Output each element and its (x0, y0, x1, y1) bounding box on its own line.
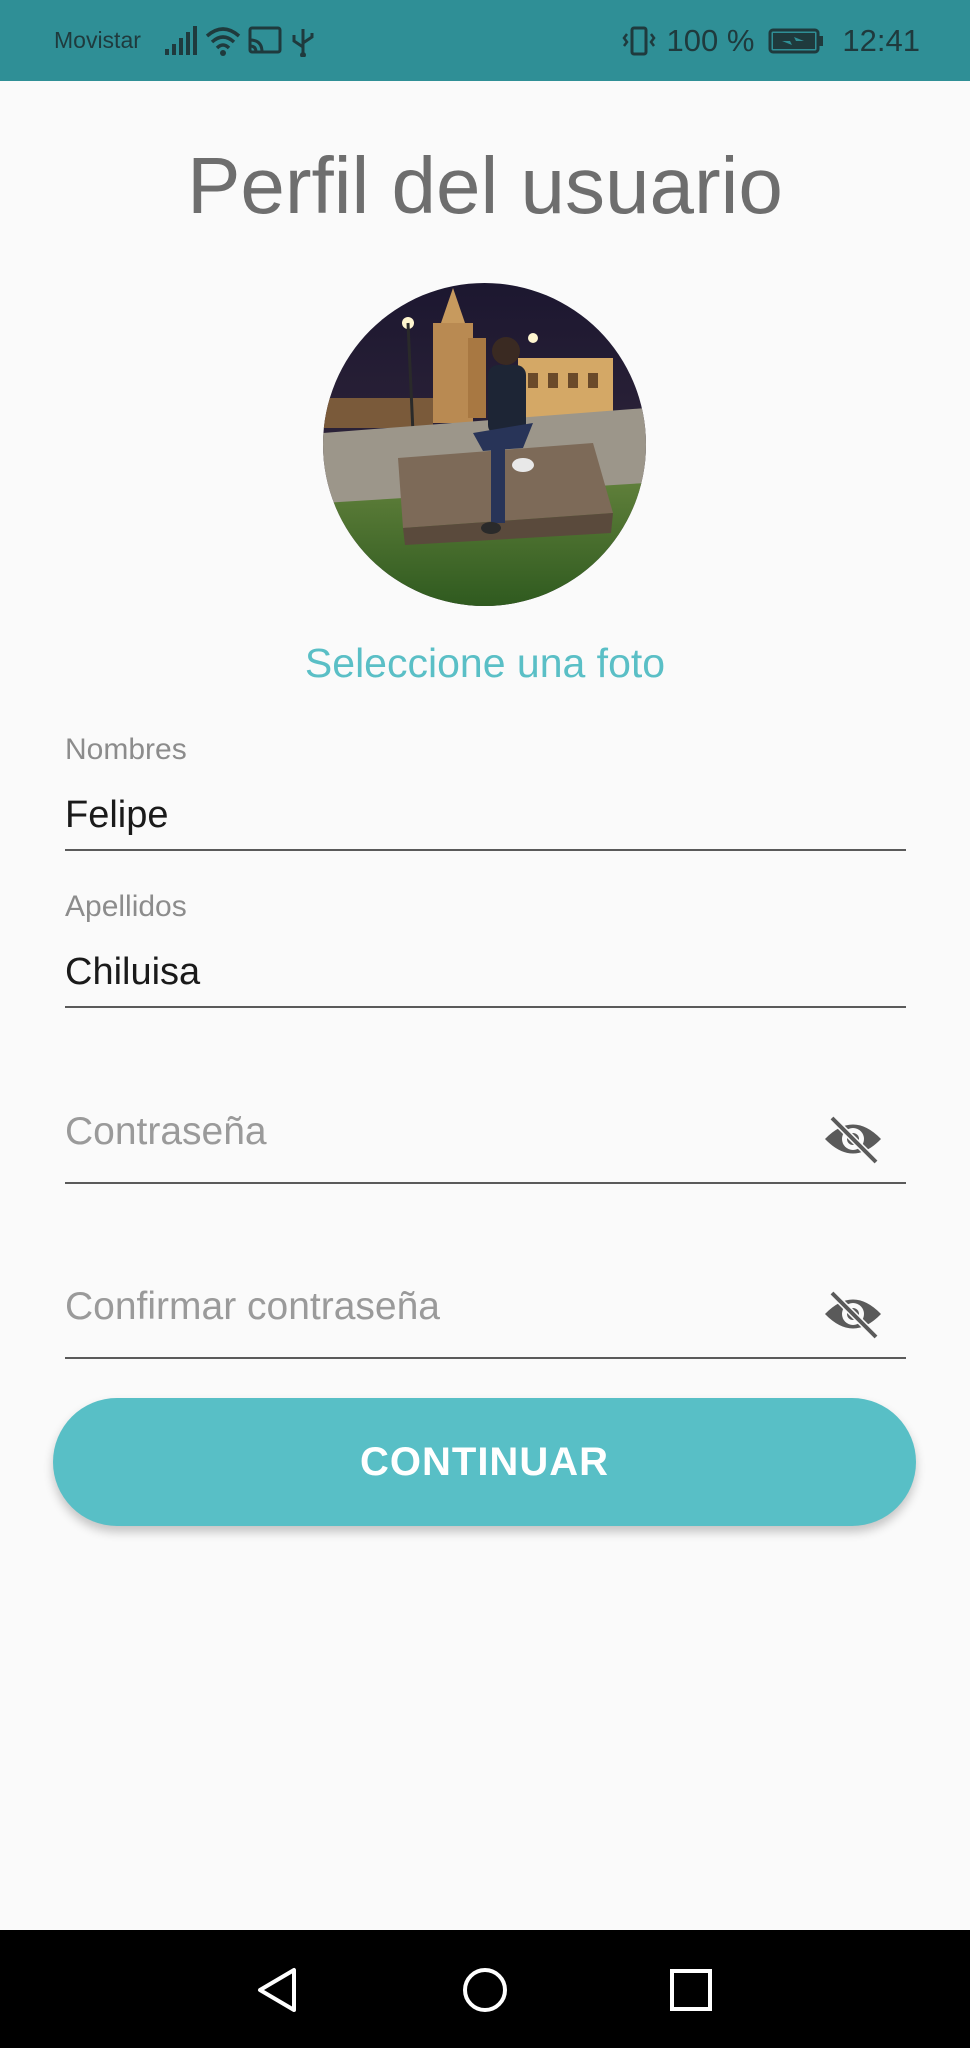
confirm-password-field[interactable]: Confirmar contraseña (65, 1285, 906, 1360)
first-name-field[interactable]: Nombres Felipe (65, 733, 906, 853)
cast-icon (247, 25, 283, 57)
visibility-off-icon[interactable] (822, 1289, 884, 1340)
last-name-label: Apellidos (65, 890, 187, 923)
profile-avatar[interactable] (323, 283, 646, 606)
last-name-input[interactable]: Chiluisa (65, 951, 906, 994)
clock: 12:41 (842, 22, 920, 58)
first-name-underline (65, 849, 906, 851)
wifi-icon (205, 25, 241, 57)
battery-charging-icon (768, 25, 824, 57)
select-photo-link[interactable]: Seleccione una foto (0, 640, 970, 687)
home-icon[interactable] (461, 1966, 509, 2014)
last-name-underline (65, 1006, 906, 1008)
avatar-photo (323, 283, 646, 606)
first-name-label: Nombres (65, 733, 187, 766)
carrier-name: Movistar (54, 27, 141, 53)
recents-icon[interactable] (667, 1966, 715, 2014)
continue-button[interactable]: CONTINUAR (53, 1398, 916, 1526)
confirm-password-input[interactable]: Confirmar contraseña (65, 1285, 906, 1329)
password-underline (65, 1182, 906, 1184)
back-icon[interactable] (254, 1966, 302, 2014)
password-field[interactable]: Contraseña (65, 1110, 906, 1185)
signal-icon (163, 25, 199, 57)
usb-icon (289, 25, 325, 58)
battery-percent: 100 % (666, 22, 755, 58)
vibrate-icon (621, 25, 657, 57)
status-bar-left: Movistar (54, 25, 331, 58)
status-bar-right: 100 % 12:41 (621, 23, 920, 59)
visibility-off-icon[interactable] (822, 1114, 884, 1165)
status-bar: Movistar 100 % 12:41 (0, 0, 970, 81)
password-input[interactable]: Contraseña (65, 1110, 906, 1154)
navigation-bar (0, 1930, 970, 2048)
page-title: Perfil del usuario (187, 141, 783, 230)
last-name-field[interactable]: Apellidos Chiluisa (65, 890, 906, 1010)
confirm-password-underline (65, 1357, 906, 1359)
first-name-input[interactable]: Felipe (65, 794, 906, 837)
profile-screen: Movistar 100 % 12:41 Perfil del usuario … (0, 0, 970, 2048)
